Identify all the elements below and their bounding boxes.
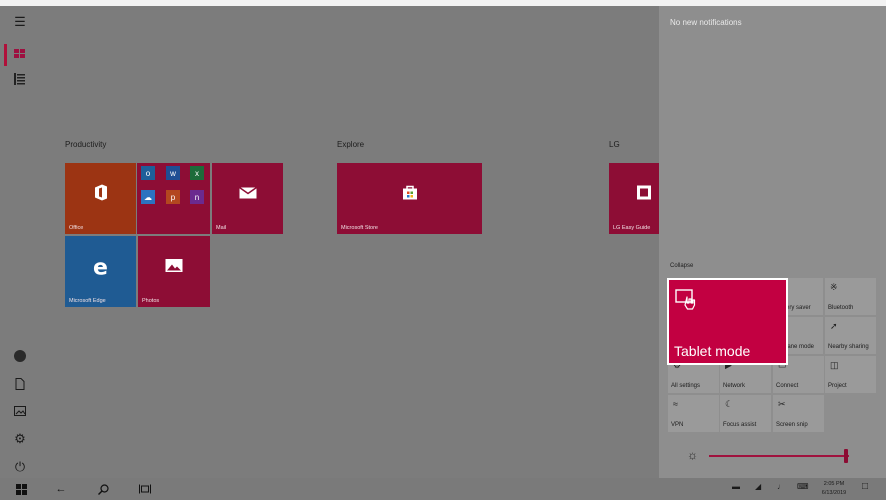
screen-snip-icon: ✂ <box>778 399 786 409</box>
collapse-link[interactable]: Collapse <box>670 263 693 269</box>
action-center-icon[interactable]: □ <box>862 481 868 492</box>
quick-action-tablet-mode[interactable]: Tablet mode <box>667 278 788 365</box>
brightness-icon: ☼ <box>687 448 698 462</box>
search-icon[interactable] <box>94 481 112 497</box>
action-center-panel: No new notifications Collapse ery saver … <box>659 6 886 478</box>
settings-gear-icon[interactable]: ⚙ <box>8 429 32 449</box>
quick-action-nearby-sharing[interactable]: ➚ Nearby sharing <box>825 317 876 354</box>
outlook-icon: o <box>141 166 155 180</box>
vpn-icon: ≈ <box>673 399 678 409</box>
notifications-status: No new notifications <box>670 18 742 27</box>
taskbar-clock[interactable]: 2:05 PM 6/13/2019 <box>816 480 852 498</box>
pinned-tiles-icon[interactable] <box>8 44 32 64</box>
active-indicator <box>4 44 7 66</box>
battery-icon[interactable]: ▬ <box>732 482 740 491</box>
project-icon: ◫ <box>830 360 839 370</box>
brightness-slider-track[interactable] <box>709 455 849 457</box>
store-bag-icon <box>402 184 418 205</box>
bluetooth-icon: ※ <box>830 282 838 292</box>
focus-assist-icon: ☾ <box>725 399 734 409</box>
task-view-icon[interactable] <box>136 481 154 497</box>
onedrive-icon: ☁ <box>141 190 155 204</box>
start-windows-icon[interactable] <box>12 481 30 497</box>
word-icon: w <box>166 166 180 180</box>
tablet-mode-icon <box>675 289 696 310</box>
start-left-rail: ☰ ⚙ ⏻ <box>0 6 42 478</box>
tile-label: Microsoft Store <box>341 225 378 231</box>
group-label-explore: Explore <box>337 140 365 149</box>
nearby-sharing-icon: ➚ <box>830 321 838 331</box>
tile-label: Mail <box>216 225 227 231</box>
clock-time: 2:05 PM <box>823 481 845 487</box>
clock-date: 6/13/2019 <box>821 490 847 496</box>
tile-microsoft-edge[interactable]: e Microsoft Edge <box>65 236 136 307</box>
group-label-lg: LG <box>609 140 620 149</box>
tile-label: Office <box>69 225 84 231</box>
tile-mail[interactable]: Mail <box>212 163 283 234</box>
volume-icon[interactable]: ♩ <box>777 482 785 491</box>
quick-action-bluetooth[interactable]: ※ Bluetooth <box>825 278 876 315</box>
lg-guide-icon <box>636 184 652 205</box>
tile-label: Microsoft Edge <box>69 298 106 304</box>
taskbar: ← ▬ ◢ ♩ ⌨ 2:05 PM 6/13/2019 □ <box>0 478 886 500</box>
mail-icon <box>238 186 257 204</box>
photos-icon <box>165 258 183 277</box>
tablet-mode-label: Tablet mode <box>674 343 751 359</box>
desktop: ☰ ⚙ ⏻ Productivity Explore LG Office o w <box>0 0 886 500</box>
tile-lg-easy-guide[interactable]: LG Easy Guide <box>609 163 659 234</box>
pictures-icon[interactable] <box>8 401 32 421</box>
tile-office-apps-folder[interactable]: o w x ☁ p n <box>137 163 210 234</box>
onenote-icon: n <box>190 190 204 204</box>
quick-action-project[interactable]: ◫ Project <box>825 356 876 393</box>
tile-label: Photos <box>142 298 160 304</box>
keyboard-icon[interactable]: ⌨ <box>797 482 809 491</box>
brightness-slider-thumb[interactable] <box>844 449 849 463</box>
powerpoint-icon: p <box>166 190 180 204</box>
office-icon <box>94 184 108 205</box>
quick-action-vpn[interactable]: ≈ VPN <box>668 395 719 432</box>
edge-icon: e <box>93 255 108 281</box>
all-apps-icon[interactable] <box>8 69 32 89</box>
tile-microsoft-store[interactable]: Microsoft Store <box>337 163 482 234</box>
tile-label: LG Easy Guide <box>613 225 651 231</box>
group-label-productivity: Productivity <box>65 140 107 149</box>
tile-office[interactable]: Office <box>65 163 136 234</box>
excel-icon: x <box>190 166 204 180</box>
network-tray-icon[interactable]: ◢ <box>755 482 761 491</box>
quick-action-screen-snip[interactable]: ✂ Screen snip <box>773 395 824 432</box>
brightness-control: ☼ <box>659 440 886 470</box>
hamburger-menu-icon[interactable]: ☰ <box>8 12 32 32</box>
user-avatar-icon[interactable] <box>8 346 32 366</box>
back-arrow-icon[interactable]: ← <box>52 481 70 497</box>
tile-photos[interactable]: Photos <box>138 236 210 307</box>
documents-icon[interactable] <box>8 374 32 394</box>
quick-action-focus-assist[interactable]: ☾ Focus assist <box>720 395 771 432</box>
power-icon[interactable]: ⏻ <box>8 457 32 477</box>
